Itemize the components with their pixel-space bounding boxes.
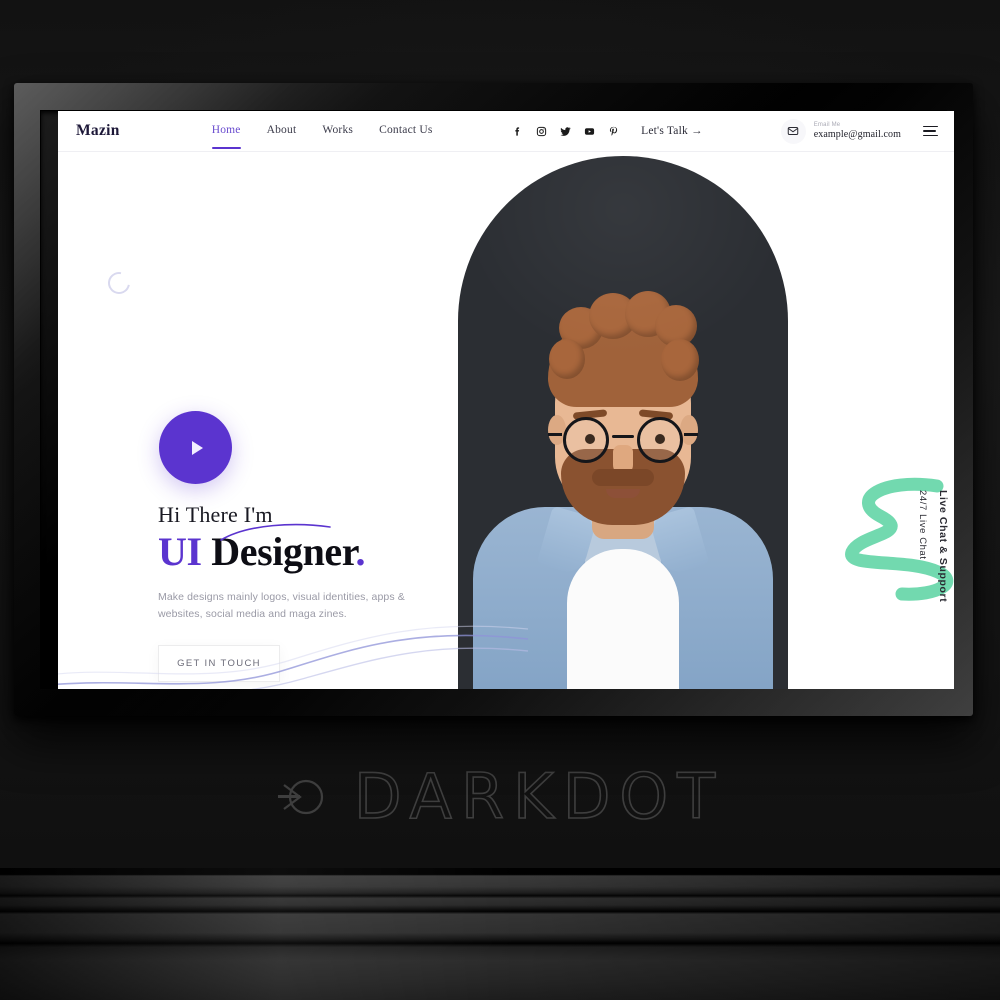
hamburger-bar [923, 130, 936, 132]
email-contact[interactable]: Email Me example@gmail.com [780, 118, 901, 144]
hero-section: Hi There I'm UI Designer. Make designs m… [58, 152, 954, 689]
eyebrow-left [572, 409, 608, 420]
white-tshirt [567, 549, 679, 689]
mouth [606, 489, 640, 498]
email-label: Email Me [813, 121, 841, 128]
nav-item-home[interactable]: Home [211, 124, 241, 149]
email-text: Email Me example@gmail.com [814, 122, 901, 140]
main-nav: Home About Works Contact Us [211, 124, 433, 149]
site-header: Mazin Home About Works Contact Us Let's … [58, 111, 954, 152]
glasses-temple-left [548, 433, 562, 436]
portrait-figure [458, 152, 788, 689]
lens-left [563, 417, 609, 463]
facebook-icon[interactable] [512, 126, 523, 137]
hair-curl [625, 291, 671, 337]
get-in-touch-button[interactable]: GET IN TOUCH [158, 644, 280, 682]
person-illustration [458, 156, 788, 689]
hamburger-bar [923, 134, 938, 137]
torso [473, 507, 773, 689]
beard [561, 449, 685, 525]
hair-curl [589, 293, 637, 339]
hair-curl [559, 307, 603, 349]
arch-backdrop [458, 156, 788, 689]
hair-curl [549, 339, 585, 379]
hero-title-dot: . [355, 529, 366, 574]
youtube-icon[interactable] [584, 126, 595, 137]
picture-frame: Mazin Home About Works Contact Us Let's … [14, 83, 973, 716]
side-text-line-one: 24/7 Live Chat [917, 490, 928, 560]
neck [592, 477, 654, 539]
pinterest-icon[interactable] [608, 126, 619, 137]
hero-title-accent: UI [158, 529, 202, 574]
decorative-circle [103, 267, 135, 299]
collar-left [536, 505, 598, 577]
lens-right [637, 417, 683, 463]
eyebrow-right [638, 409, 674, 420]
brand-logo[interactable]: Mazin [76, 122, 120, 140]
eyeglasses [548, 417, 698, 463]
nav-item-contact-us[interactable]: Contact Us [379, 124, 432, 138]
instagram-icon[interactable] [536, 126, 547, 137]
lets-talk-link[interactable]: Let's Talk → [641, 125, 703, 137]
nav-item-about[interactable]: About [267, 124, 297, 138]
hero-title-rest: Designer [211, 529, 356, 574]
header-right-cluster: Let's Talk → Email Me example@gmail.com [512, 118, 938, 144]
glasses-temple-right [684, 433, 698, 436]
side-support-text: 24/7 Live Chat Live Chat & Support [917, 490, 949, 602]
hero-eyebrow: Hi There I'm [158, 502, 273, 527]
nav-item-works[interactable]: Works [322, 124, 353, 138]
hair-curl [655, 305, 697, 347]
mustache [592, 469, 654, 486]
play-triangle-icon [192, 440, 203, 455]
social-links [512, 126, 619, 137]
eye-left [585, 434, 595, 444]
denim-shirt-left [473, 507, 585, 689]
nose [613, 445, 633, 475]
collar-right [648, 505, 710, 577]
hamburger-menu-icon[interactable] [923, 125, 938, 137]
email-value: example@gmail.com [813, 128, 901, 140]
room-scene: DARKDOT Mazin Home About Works Contact U… [0, 0, 1000, 1000]
eye-right [655, 434, 665, 444]
hamburger-bar [923, 125, 938, 128]
side-text-line-two: Live Chat & Support [937, 490, 949, 603]
hero-copy: Hi There I'm UI Designer. Make designs m… [158, 502, 458, 682]
baseboard-moulding [0, 868, 1000, 1000]
hero-title: UI Designer. [158, 529, 458, 575]
hero-subtitle: Make designs mainly logos, visual identi… [158, 590, 405, 620]
green-squiggle-decoration [845, 477, 954, 601]
hair [548, 315, 698, 407]
head [548, 291, 699, 525]
hair-curl [661, 339, 699, 381]
ear-right [680, 415, 698, 445]
ear-left [548, 415, 566, 445]
twitter-icon[interactable] [560, 126, 571, 137]
play-video-button[interactable] [159, 411, 232, 484]
denim-shirt-right [661, 507, 773, 689]
website-viewport: Mazin Home About Works Contact Us Let's … [58, 111, 954, 689]
envelope-icon [780, 118, 806, 144]
glasses-bridge [612, 435, 634, 438]
